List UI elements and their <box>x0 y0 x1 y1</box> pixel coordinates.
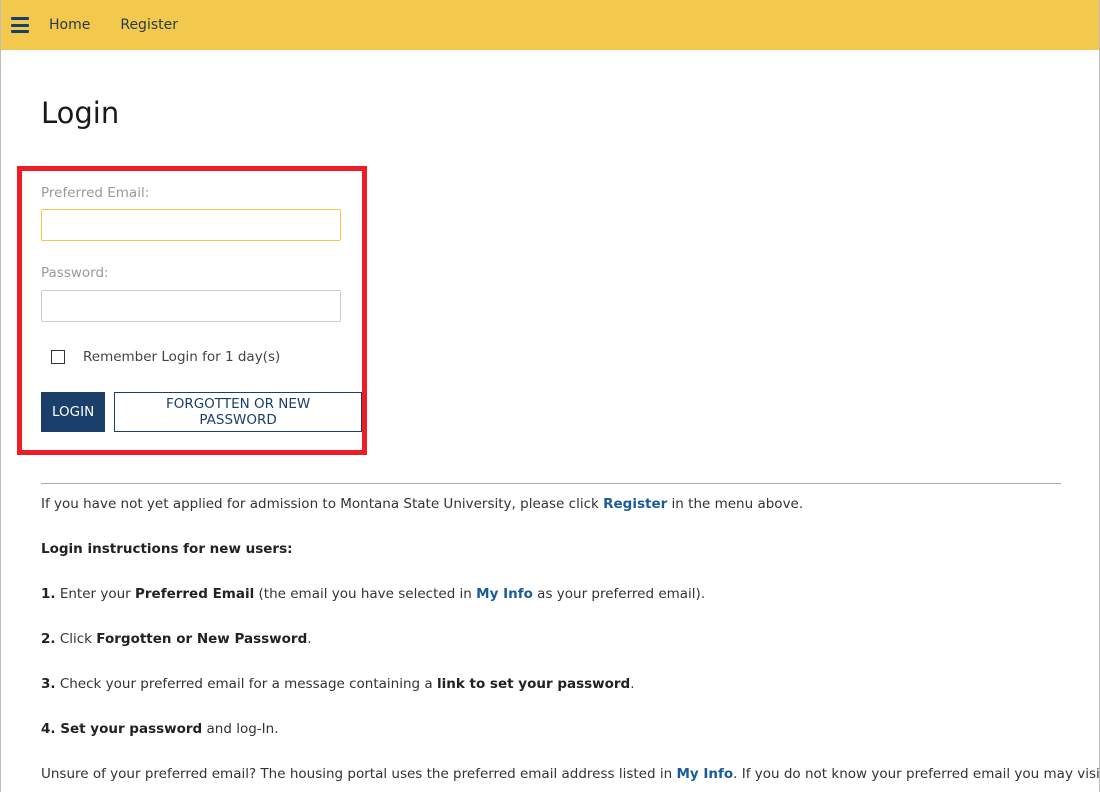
my-info-link-2[interactable]: My Info <box>676 766 733 782</box>
step-1-text-c: as your preferred email). <box>532 586 706 602</box>
step-1-number: 1. <box>41 586 56 602</box>
step-2-bold: Forgotten or New Password <box>96 631 308 647</box>
top-nav-bar: Home Register <box>1 0 1099 50</box>
login-button[interactable]: LOGIN <box>41 392 106 432</box>
email-input[interactable] <box>41 209 341 241</box>
instructions-heading: Login instructions for new users: <box>41 541 293 557</box>
divider <box>41 483 1061 484</box>
step-1-text-a: Enter your <box>55 586 135 602</box>
remember-login-label: Remember Login for 1 day(s) <box>83 349 281 365</box>
step-2-number: 2. <box>41 631 56 647</box>
password-input[interactable] <box>41 290 341 322</box>
login-form-highlight: Preferred Email: Password: Remember Logi… <box>17 166 367 455</box>
nav-home-link[interactable]: Home <box>49 17 90 33</box>
remember-login-checkbox[interactable] <box>51 350 65 364</box>
step-3: 3. Check your preferred email for a mess… <box>41 676 635 692</box>
password-label: Password: <box>41 265 109 281</box>
nav-register-link[interactable]: Register <box>120 17 178 33</box>
step-4: 4. Set your password and log-In. <box>41 721 278 737</box>
step-3-text-a: Check your preferred email for a message… <box>55 676 437 692</box>
register-link[interactable]: Register <box>603 496 667 512</box>
hamburger-menu-icon[interactable] <box>11 17 29 33</box>
page-title: Login <box>41 96 120 130</box>
step-4-text-a: and log-In. <box>202 721 279 737</box>
intro-text-end: in the menu above. <box>667 496 804 512</box>
step-3-text-b: . <box>630 676 635 692</box>
step-2: 2. Click Forgotten or New Password. <box>41 631 312 647</box>
unsure-text-end: . If you do not know your preferred emai… <box>733 766 1100 782</box>
step-2-text-a: Click <box>55 631 97 647</box>
step-1-bold: Preferred Email <box>135 586 255 602</box>
step-3-bold: link to set your password <box>436 676 631 692</box>
email-label: Preferred Email: <box>41 185 150 201</box>
forgot-password-button[interactable]: FORGOTTEN OR NEW PASSWORD <box>114 392 362 432</box>
login-form: Preferred Email: Password: Remember Logi… <box>41 185 362 432</box>
intro-text: If you have not yet applied for admissio… <box>41 496 803 512</box>
my-info-link[interactable]: My Info <box>476 586 533 602</box>
step-1-text-b: (the email you have selected in <box>254 586 477 602</box>
intro-text-start: If you have not yet applied for admissio… <box>41 496 604 512</box>
form-buttons: LOGIN FORGOTTEN OR NEW PASSWORD <box>41 392 362 432</box>
step-3-number: 3. <box>41 676 56 692</box>
remember-login-row: Remember Login for 1 day(s) <box>41 349 362 365</box>
step-1: 1. Enter your Preferred Email (the email… <box>41 586 705 602</box>
instructions-heading-text: Login instructions for new users: <box>41 541 293 557</box>
step-4-bold: Set your password <box>55 721 203 737</box>
step-4-number: 4. <box>41 721 56 737</box>
step-2-text-b: . <box>307 631 312 647</box>
unsure-text-start: Unsure of your preferred email? The hous… <box>41 766 677 782</box>
unsure-email-text: Unsure of your preferred email? The hous… <box>41 766 1100 782</box>
